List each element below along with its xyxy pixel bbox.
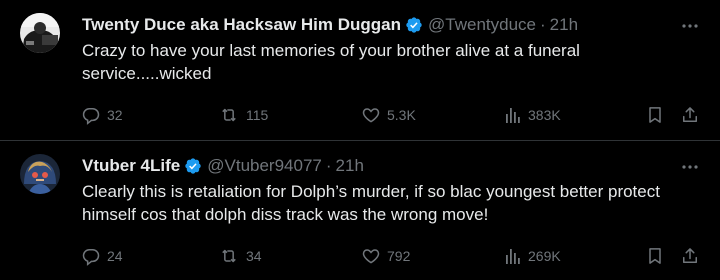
retweet-button[interactable]: 115 (218, 104, 268, 126)
more-horizontal-icon[interactable] (680, 18, 700, 34)
action-bar: 24 34 792 269K (0, 242, 720, 270)
like-button[interactable]: 792 (361, 245, 410, 267)
verified-badge-icon (184, 157, 202, 175)
tweet-header: Twenty Duce aka Hacksaw Him Duggan @Twen… (82, 14, 720, 36)
reply-count: 24 (107, 248, 123, 264)
bookmark-icon (645, 105, 665, 125)
retweet-icon (218, 105, 240, 125)
verified-badge-icon (405, 16, 423, 34)
retweet-button[interactable]: 34 (218, 245, 262, 267)
retweet-count: 34 (246, 248, 262, 264)
bookmark-button[interactable] (645, 104, 665, 126)
reply-count: 32 (107, 107, 123, 123)
views-button[interactable]: 269K (504, 245, 561, 267)
heart-icon (361, 246, 381, 266)
retweet-icon (218, 246, 240, 266)
display-name[interactable]: Twenty Duce aka Hacksaw Him Duggan (82, 15, 401, 35)
timeline-feed: Twenty Duce aka Hacksaw Him Duggan @Twen… (0, 0, 720, 280)
share-icon (680, 105, 700, 125)
views-bars-icon (504, 246, 522, 266)
views-button[interactable]: 383K (504, 104, 561, 126)
share-button[interactable] (680, 245, 700, 267)
like-count: 5.3K (387, 107, 416, 123)
avatar[interactable] (20, 154, 60, 194)
display-name[interactable]: Vtuber 4Life (82, 156, 180, 176)
views-count: 383K (528, 107, 561, 123)
tweet-header: Vtuber 4Life @Vtuber94077 · 21h (82, 155, 720, 177)
tweet-text: Crazy to have your last memories of your… (82, 41, 580, 83)
views-count: 269K (528, 248, 561, 264)
like-button[interactable]: 5.3K (361, 104, 416, 126)
bookmark-button[interactable] (645, 245, 665, 267)
bookmark-icon (645, 246, 665, 266)
reply-button[interactable]: 32 (81, 104, 123, 126)
reply-bubble-icon (81, 246, 101, 266)
share-icon (680, 246, 700, 266)
action-bar: 32 115 5.3K 383K (0, 101, 720, 129)
timestamp[interactable]: 21h (550, 15, 578, 35)
heart-icon (361, 105, 381, 125)
reply-button[interactable]: 24 (81, 245, 123, 267)
handle[interactable]: @Vtuber94077 (207, 156, 322, 176)
separator-dot: · (325, 156, 332, 175)
timestamp[interactable]: 21h (336, 156, 364, 176)
handle[interactable]: @Twentyduce (428, 15, 536, 35)
tweet[interactable]: Vtuber 4Life @Vtuber94077 · 21h Clearly … (0, 141, 720, 280)
separator-dot: · (540, 15, 546, 34)
tweet-text: Clearly this is retaliation for Dolph’s … (82, 182, 660, 224)
like-count: 792 (387, 248, 411, 264)
share-button[interactable] (680, 104, 700, 126)
retweet-count: 115 (246, 107, 269, 123)
reply-bubble-icon (81, 105, 101, 125)
tweet[interactable]: Twenty Duce aka Hacksaw Him Duggan @Twen… (0, 0, 720, 140)
views-bars-icon (504, 105, 522, 125)
avatar[interactable] (20, 13, 60, 53)
more-horizontal-icon[interactable] (680, 159, 700, 175)
